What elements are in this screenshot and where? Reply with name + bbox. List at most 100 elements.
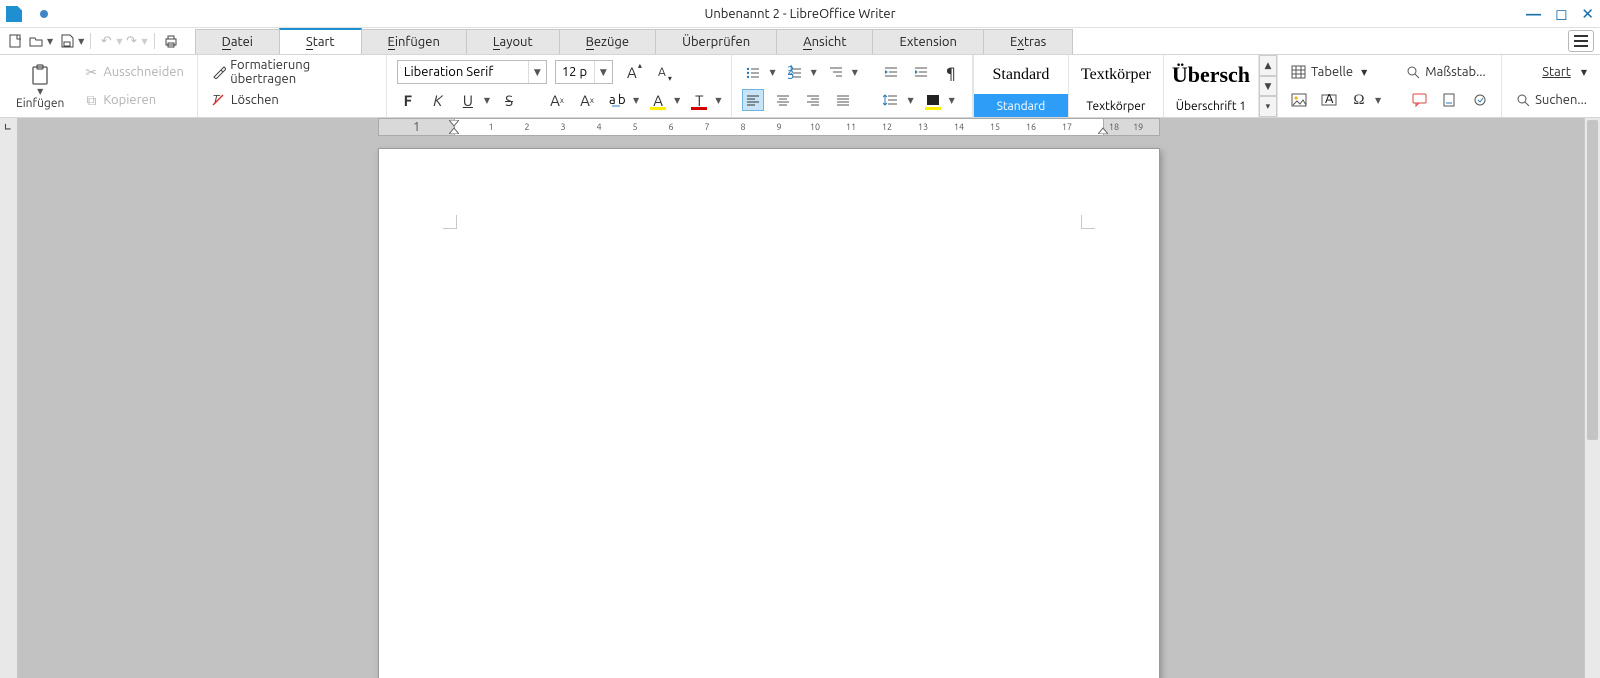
tab-extension[interactable]: Extension: [872, 29, 984, 54]
save-dropdown-icon[interactable]: ▼: [78, 37, 84, 46]
redo-dropdown-icon[interactable]: ▼: [141, 37, 147, 46]
insert-comment-button[interactable]: [1409, 89, 1431, 111]
dropdown-icon[interactable]: ▼: [633, 96, 639, 105]
indent-increase-button[interactable]: [910, 61, 932, 83]
style-gallery-more-icon[interactable]: ▾: [1259, 96, 1277, 117]
chevron-down-icon[interactable]: ▼: [594, 61, 612, 83]
superscript-button[interactable]: Ax: [576, 89, 598, 111]
zoom-icon: [1405, 64, 1421, 80]
tab-ansicht[interactable]: Ansicht: [776, 29, 873, 54]
vertical-scrollbar[interactable]: [1584, 118, 1600, 678]
ruler-tick: 10: [810, 122, 820, 132]
font-size-input[interactable]: [556, 61, 594, 83]
maximize-button[interactable]: ◻: [1555, 6, 1567, 21]
strikethrough-button[interactable]: S: [498, 89, 520, 111]
outline-list-button[interactable]: [825, 61, 847, 83]
cut-button[interactable]: ✂Ausschneiden: [80, 62, 187, 82]
right-indent-marker-icon[interactable]: [1098, 120, 1108, 134]
margin-corner-icon: [1081, 215, 1095, 229]
align-right-button[interactable]: [802, 89, 824, 111]
paragraph-marks-button[interactable]: ¶: [940, 61, 962, 83]
shrink-font-button[interactable]: A▾: [651, 61, 673, 83]
copy-button[interactable]: ⧉Kopieren: [80, 90, 159, 110]
bold-button[interactable]: F: [397, 89, 419, 111]
align-center-button[interactable]: [772, 89, 794, 111]
bullet-list-button[interactable]: [742, 61, 764, 83]
underline-button[interactable]: U: [457, 89, 479, 111]
hamburger-menu-button[interactable]: [1568, 30, 1594, 52]
dropdown-icon[interactable]: ▼: [949, 96, 955, 105]
search-icon: [1515, 92, 1531, 108]
insert-bookmark-button[interactable]: [1469, 89, 1491, 111]
tab-start[interactable]: Start: [279, 28, 362, 54]
table-button[interactable]: Tabelle▼: [1288, 62, 1370, 82]
print-button[interactable]: [161, 31, 181, 51]
document-viewport[interactable]: 1 1234567891011121314151617 1819: [18, 118, 1584, 678]
paste-button[interactable]: ▼ Einfügen: [10, 63, 70, 110]
search-button[interactable]: Suchen...: [1512, 90, 1590, 110]
start-menu-button[interactable]: Start▼: [1539, 63, 1590, 81]
first-line-indent-marker-icon[interactable]: [449, 120, 459, 134]
char-spacing-button[interactable]: ab: [606, 89, 628, 111]
tab-extras[interactable]: Extras: [983, 29, 1073, 54]
italic-button[interactable]: K: [427, 89, 449, 111]
tab-einfuegen[interactable]: Einfügen: [361, 29, 467, 54]
vertical-ruler[interactable]: ∟: [0, 118, 18, 678]
dropdown-icon[interactable]: ▼: [1375, 96, 1381, 105]
style-ueberschrift1[interactable]: Übersch Überschrift 1: [1164, 55, 1259, 117]
ruler-left-margin: 1: [379, 119, 455, 135]
horizontal-ruler[interactable]: 1 1234567891011121314151617 1819: [378, 118, 1160, 136]
dropdown-icon[interactable]: ▼: [907, 96, 913, 105]
clear-formatting-button[interactable]: TLöschen: [208, 90, 282, 110]
grow-font-button[interactable]: A▴: [621, 61, 643, 83]
eraser-icon: T: [211, 92, 227, 108]
tab-ueberpruefen[interactable]: Überprüfen: [655, 29, 777, 54]
underline-dropdown-icon[interactable]: ▼: [484, 96, 490, 105]
font-size-combo[interactable]: ▼: [555, 60, 613, 84]
tab-datei[interactable]: Datei: [195, 29, 280, 54]
document-page[interactable]: [378, 148, 1160, 678]
dropdown-icon[interactable]: ▼: [811, 68, 817, 77]
subscript-button[interactable]: Ax: [546, 89, 568, 111]
font-name-input[interactable]: [398, 61, 528, 83]
tab-layout[interactable]: Layout: [466, 29, 560, 54]
insert-textbox-button[interactable]: A: [1318, 89, 1340, 111]
scale-button[interactable]: Maßstab...: [1402, 62, 1488, 82]
style-gallery-scroll[interactable]: ▲ ▼ ▾: [1259, 55, 1277, 117]
align-justify-button[interactable]: [832, 89, 854, 111]
clone-formatting-button[interactable]: Formatierung übertragen: [208, 56, 376, 88]
scrollbar-thumb[interactable]: [1587, 120, 1598, 440]
line-spacing-button[interactable]: [880, 89, 902, 111]
insert-symbol-button[interactable]: Ω: [1348, 89, 1370, 111]
number-list-button[interactable]: 123: [784, 61, 806, 83]
paragraph-background-button[interactable]: [922, 89, 944, 111]
dropdown-icon[interactable]: ▼: [852, 68, 858, 77]
tab-bezuege[interactable]: Bezüge: [559, 29, 657, 54]
insert-image-button[interactable]: [1288, 89, 1310, 111]
open-button[interactable]: [26, 31, 46, 51]
close-button[interactable]: ✕: [1581, 6, 1594, 21]
font-color-button[interactable]: T: [688, 89, 710, 111]
ruler-tick: 17: [1062, 122, 1072, 132]
chevron-down-icon[interactable]: ▼: [1259, 76, 1277, 97]
chevron-up-icon[interactable]: ▲: [1259, 55, 1277, 76]
insert-footnote-button[interactable]: [1439, 89, 1461, 111]
style-standard[interactable]: Standard Standard: [974, 55, 1069, 117]
indent-decrease-button[interactable]: [880, 61, 902, 83]
minimize-button[interactable]: —: [1526, 6, 1541, 21]
chevron-down-icon[interactable]: ▼: [528, 61, 546, 83]
dropdown-icon[interactable]: ▼: [715, 96, 721, 105]
undo-button[interactable]: ↶: [97, 31, 115, 51]
redo-button[interactable]: ↷: [122, 31, 140, 51]
ruler-tick: 4: [596, 122, 601, 132]
ruler-tick: 14: [954, 122, 964, 132]
new-document-button[interactable]: [6, 31, 26, 51]
highlight-color-button[interactable]: A: [647, 89, 669, 111]
style-textkoerper[interactable]: Textkörper Textkörper: [1069, 55, 1164, 117]
save-button[interactable]: [57, 31, 77, 51]
font-name-combo[interactable]: ▼: [397, 60, 547, 84]
dropdown-icon[interactable]: ▼: [769, 68, 775, 77]
open-dropdown-icon[interactable]: ▼: [47, 37, 53, 46]
align-left-button[interactable]: [742, 89, 764, 111]
dropdown-icon[interactable]: ▼: [674, 96, 680, 105]
